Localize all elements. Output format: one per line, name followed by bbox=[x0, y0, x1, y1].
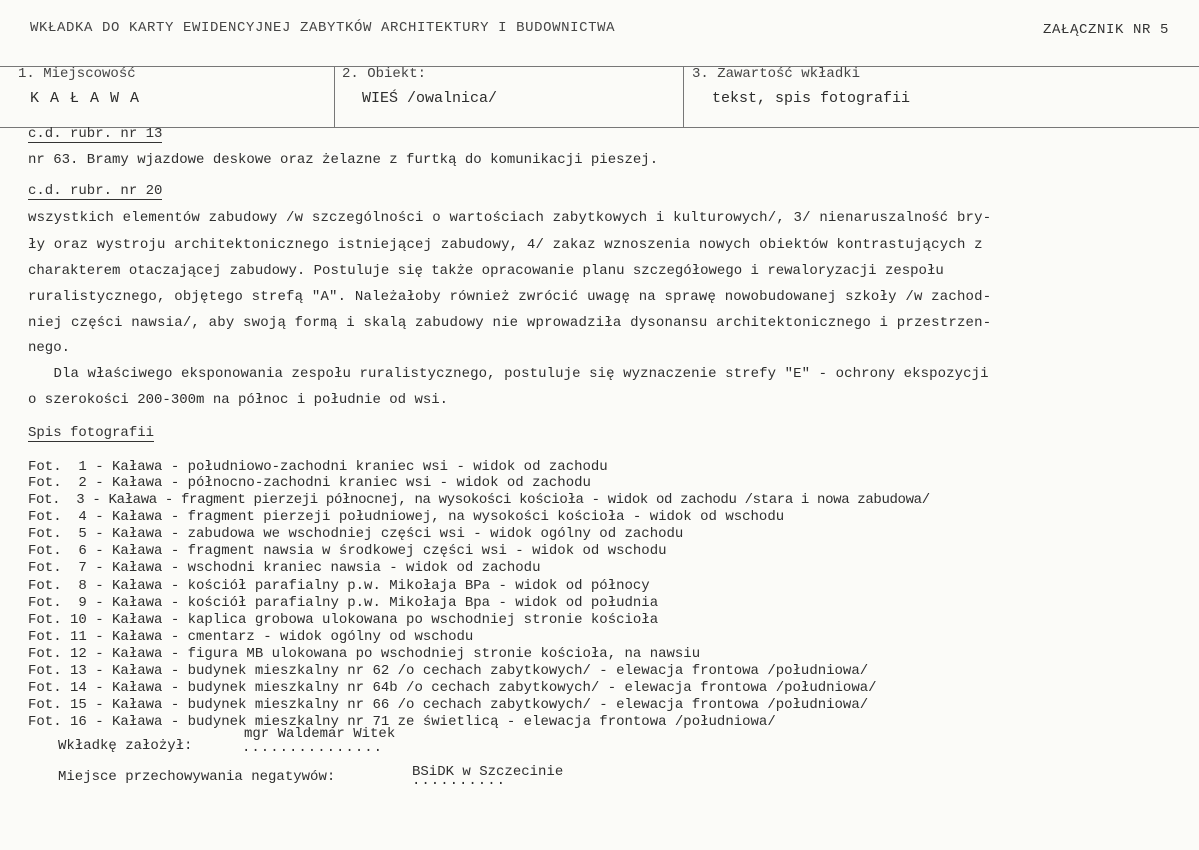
photo-item: Fot. 2 - Kaława - północno-zachodni kran… bbox=[28, 475, 591, 491]
photo-item: Fot. 3 - Kaława - fragment pierzeji półn… bbox=[28, 492, 930, 508]
record-card: WKŁADKA DO KARTY EWIDENCYJNEJ ZABYTKÓW A… bbox=[0, 0, 1199, 850]
rubric-20-line: nego. bbox=[28, 340, 71, 356]
table-top-border bbox=[0, 66, 1199, 67]
photo-item: Fot. 11 - Kaława - cmentarz - widok ogól… bbox=[28, 629, 474, 645]
storage-label: Miejsce przechowywania negatywów: bbox=[58, 769, 336, 785]
photo-item: Fot. 4 - Kaława - fragment pierzeji połu… bbox=[28, 509, 785, 525]
table-bottom-border bbox=[0, 127, 1199, 128]
photo-item: Fot. 1 - Kaława - południowo-zachodni kr… bbox=[28, 459, 608, 475]
photo-item: Fot. 12 - Kaława - figura MB ulokowana p… bbox=[28, 646, 701, 662]
table-divider-1 bbox=[334, 66, 335, 127]
photo-item: Fot. 16 - Kaława - budynek mieszkalny nr… bbox=[28, 714, 776, 730]
photo-item: Fot. 5 - Kaława - zabudowa we wschodniej… bbox=[28, 526, 684, 542]
author-label: Wkładkę założył: bbox=[58, 738, 193, 754]
rubric-20-line: wszystkich elementów zabudowy /w szczegó… bbox=[28, 210, 992, 226]
rubric-20-line: o szerokości 200-300m na północ i połudn… bbox=[28, 392, 449, 408]
object-label: 2. Obiekt: bbox=[342, 66, 427, 82]
annex-number: ZAŁĄCZNIK NR 5 bbox=[1042, 22, 1169, 38]
photo-item: Fot. 10 - Kaława - kaplica grobowa uloko… bbox=[28, 612, 659, 628]
photo-item: Fot. 14 - Kaława - budynek mieszkalny nr… bbox=[28, 680, 877, 696]
rubric-20-line: Dla właściwego eksponowania zespołu rura… bbox=[28, 366, 989, 382]
rubric-20-line: ły oraz wystroju architektonicznego istn… bbox=[28, 237, 983, 253]
photo-item: Fot. 6 - Kaława - fragment nawsia w środ… bbox=[28, 543, 667, 559]
card-title: WKŁADKA DO KARTY EWIDENCYJNEJ ZABYTKÓW A… bbox=[30, 20, 616, 36]
table-divider-2 bbox=[683, 66, 684, 127]
storage-value: BSiDK w Szczecinie bbox=[412, 764, 564, 780]
photo-item: Fot. 8 - Kaława - kościół parafialny p.w… bbox=[28, 578, 650, 594]
rubric-20-line: niej części nawsia/, aby swoją formą i s… bbox=[28, 315, 992, 331]
photo-item: Fot. 13 - Kaława - budynek mieszkalny nr… bbox=[28, 663, 869, 679]
rubric-13-heading: c.d. rubr. nr 13 bbox=[28, 126, 163, 143]
author-value: mgr Waldemar Witek bbox=[244, 726, 396, 742]
rubric-20-line: charakterem otaczającej zabudowy. Postul… bbox=[28, 263, 944, 279]
locality-value: K A Ł A W A bbox=[30, 90, 141, 107]
photo-item: Fot. 9 - Kaława - kościół parafialny p.w… bbox=[28, 595, 659, 611]
contents-label: 3. Zawartość wkładki bbox=[692, 66, 861, 82]
locality-label: 1. Miejscowość bbox=[18, 66, 136, 82]
photo-item: Fot. 7 - Kaława - wschodni kraniec nawsi… bbox=[28, 560, 541, 576]
rubric-13-text: nr 63. Bramy wjazdowe deskowe oraz żelaz… bbox=[28, 152, 659, 168]
contents-value: tekst, spis fotografii bbox=[712, 90, 911, 107]
rubric-20-line: ruralistycznego, objętego strefą "A". Na… bbox=[28, 289, 992, 305]
object-value: WIEŚ /owalnica/ bbox=[362, 90, 498, 107]
photo-item: Fot. 15 - Kaława - budynek mieszkalny nr… bbox=[28, 697, 869, 713]
author-dots: ............... bbox=[242, 740, 384, 756]
rubric-20-heading: c.d. rubr. nr 20 bbox=[28, 183, 163, 200]
photos-heading: Spis fotografii bbox=[28, 425, 155, 442]
